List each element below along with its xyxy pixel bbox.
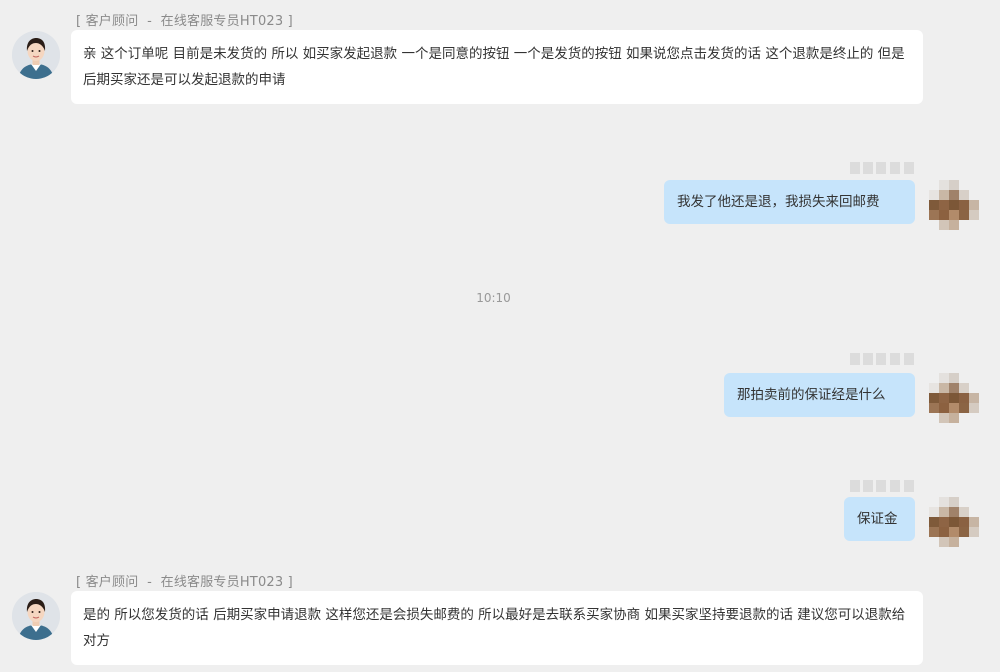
agent-avatar[interactable] bbox=[12, 592, 60, 640]
user-message-text: 我发了他还是退，我损失来回邮费 bbox=[677, 194, 880, 210]
agent-sender-label: [ 客户顾问 - 在线客服专员HT023 ] bbox=[76, 14, 293, 29]
agent-message-text: 是的 所以您发货的话 后期买家申请退款 这样您还是会损失邮费的 所以最好是去联系… bbox=[83, 607, 906, 649]
agent-message-text: 亲 这个订单呢 目前是未发货的 所以 如买家发起退款 一个是同意的按钮 一个是发… bbox=[83, 46, 905, 88]
time-divider: 10:10 bbox=[476, 291, 511, 305]
user-name-redacted bbox=[850, 353, 920, 365]
user-avatar[interactable] bbox=[929, 497, 979, 547]
agent-avatar[interactable] bbox=[12, 31, 60, 79]
user-avatar[interactable] bbox=[929, 373, 979, 423]
agent-message-bubble: 亲 这个订单呢 目前是未发货的 所以 如买家发起退款 一个是同意的按钮 一个是发… bbox=[71, 30, 923, 104]
user-name-redacted bbox=[850, 480, 920, 492]
user-message-bubble: 保证金 bbox=[844, 497, 915, 541]
user-message-text: 保证金 bbox=[857, 511, 898, 527]
agent-message-bubble: 是的 所以您发货的话 后期买家申请退款 这样您还是会损失邮费的 所以最好是去联系… bbox=[71, 591, 923, 665]
agent-sender-label: [ 客户顾问 - 在线客服专员HT023 ] bbox=[76, 575, 293, 590]
user-message-bubble: 那拍卖前的保证经是什么 bbox=[724, 373, 915, 417]
user-message-bubble: 我发了他还是退，我损失来回邮费 bbox=[664, 180, 915, 224]
user-name-redacted bbox=[850, 162, 920, 174]
user-avatar[interactable] bbox=[929, 180, 979, 230]
user-message-text: 那拍卖前的保证经是什么 bbox=[737, 387, 886, 403]
